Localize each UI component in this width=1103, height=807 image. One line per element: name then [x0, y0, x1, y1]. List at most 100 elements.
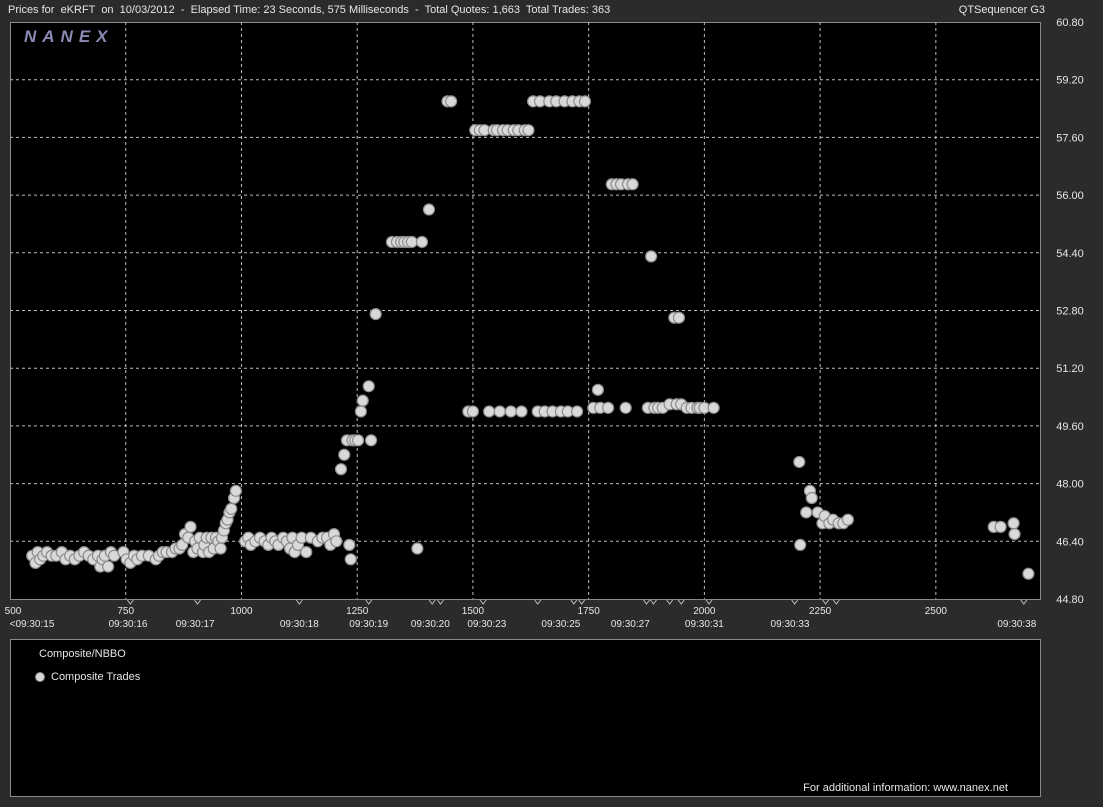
trade-point [352, 434, 365, 447]
trade-point [369, 308, 382, 321]
time-marker [479, 599, 487, 605]
time-label: 09:30:25 [541, 619, 580, 630]
time-label: 09:30:18 [280, 619, 319, 630]
trade-point [626, 178, 639, 191]
time-label: 09:30:31 [685, 619, 724, 630]
time-marker [1020, 599, 1028, 605]
trade-point [225, 502, 238, 515]
trade-point [466, 405, 480, 418]
trade-point [483, 405, 496, 418]
x-tick-label: 2000 [693, 606, 716, 617]
trade-point [672, 311, 686, 324]
trade-point [570, 405, 584, 418]
y-tick-label: 51.20 [1056, 363, 1084, 375]
time-marker [832, 599, 840, 605]
time-marker [570, 599, 578, 605]
trade-point [362, 380, 375, 393]
time-label: 09:30:23 [467, 619, 506, 630]
time-marker [666, 599, 674, 605]
trade-point [794, 538, 807, 552]
time-marker [194, 599, 201, 605]
y-tick-label: 57.60 [1056, 132, 1084, 144]
trade-point [445, 95, 458, 108]
time-marker [534, 599, 542, 605]
trade-point [1007, 517, 1020, 530]
trade-point [841, 513, 854, 526]
trade-point [184, 520, 197, 533]
trade-point [229, 484, 243, 497]
trade-point [578, 95, 592, 108]
trade-point [707, 401, 720, 414]
time-marker [705, 599, 713, 605]
y-tick-label: 46.40 [1056, 536, 1084, 548]
trade-point [422, 203, 436, 216]
y-tick-label: 49.60 [1056, 421, 1084, 433]
trade-point [805, 491, 818, 505]
x-tick-label: 2250 [809, 606, 832, 617]
time-marker [791, 599, 799, 605]
y-tick-label: 59.20 [1056, 75, 1084, 87]
trade-point [330, 535, 343, 548]
time-marker [437, 599, 444, 605]
time-marker [578, 599, 586, 605]
legend-title: Composite/NBBO [39, 648, 126, 660]
legend-entry-label: Composite Trades [51, 671, 141, 683]
time-label: <09:30:15 [10, 619, 55, 630]
time-marker [677, 599, 685, 605]
trade-point [214, 542, 227, 555]
trade-point [102, 560, 115, 573]
trade-point [793, 455, 806, 469]
trade-point [411, 542, 424, 555]
trade-point [356, 394, 369, 407]
trade-point [300, 546, 313, 559]
trade-point [515, 405, 528, 418]
trade-point [504, 405, 517, 418]
trade-point [415, 235, 429, 249]
x-tick-label: 1750 [578, 606, 601, 617]
time-marker [428, 599, 436, 605]
y-tick-label: 44.80 [1056, 594, 1084, 606]
trade-point [800, 506, 813, 519]
x-tick-label: 1500 [462, 606, 485, 617]
trade-point [1022, 567, 1035, 580]
trade-point [354, 405, 367, 418]
y-tick-label: 60.80 [1056, 17, 1084, 29]
time-label: 09:30:27 [611, 619, 650, 630]
time-label: 09:30:19 [349, 619, 388, 630]
trade-point [338, 448, 351, 461]
time-marker [295, 599, 303, 605]
x-tick-label: 500 [5, 606, 22, 617]
y-tick-label: 54.40 [1056, 248, 1084, 260]
y-tick-label: 56.00 [1056, 190, 1084, 202]
time-label: 09:30:33 [771, 619, 810, 630]
legend-entry-composite-trades[interactable]: Composite Trades [35, 671, 140, 683]
trade-point [405, 235, 418, 249]
trade-point [344, 553, 357, 566]
trade-point [522, 124, 535, 137]
trade-point [364, 434, 378, 447]
x-tick-label: 750 [117, 606, 134, 617]
x-tick-label: 1000 [230, 606, 253, 617]
time-label: 09:30:20 [411, 619, 450, 630]
x-tick-label: 2500 [925, 606, 948, 617]
time-marker [650, 599, 657, 605]
y-tick-label: 48.00 [1056, 479, 1084, 491]
trade-point [645, 250, 658, 263]
trade-point [334, 463, 348, 476]
time-marker [822, 599, 830, 605]
time-label: 09:30:38 [997, 619, 1036, 630]
price-scatter-chart: 60.80 59.20 57.60 56.00 54.40 52.80 51.20 49.60… [5, 17, 1084, 630]
legend-marker-icon [35, 672, 45, 682]
time-label: 09:30:17 [176, 619, 215, 630]
time-label: 09:30:16 [109, 619, 148, 630]
trade-point [619, 401, 632, 414]
trade-point [591, 383, 605, 396]
time-marker [126, 599, 134, 605]
trade-point [1008, 527, 1021, 541]
footer-info: For additional information: www.nanex.ne… [803, 782, 1008, 794]
x-tick-label: 1250 [346, 606, 369, 617]
legend-panel: Composite/NBBO Composite Trades For addi… [10, 639, 1041, 797]
trade-point [343, 538, 356, 552]
trade-point [994, 520, 1007, 533]
trade-point [493, 405, 506, 418]
